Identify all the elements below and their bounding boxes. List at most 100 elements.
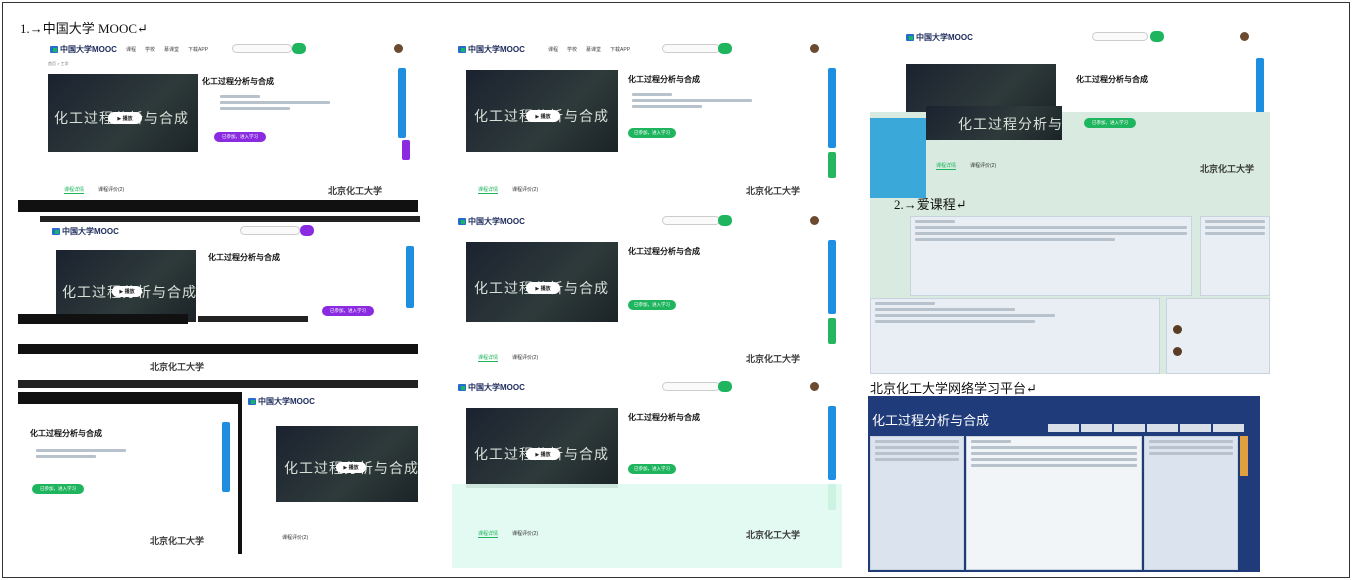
section-1-title: 1.→中国大学 MOOC↵ (20, 21, 148, 36)
mooc-logo[interactable]: 中国大学MOOC (248, 396, 315, 407)
bjut-nav-tab[interactable] (1147, 424, 1178, 432)
play-button[interactable]: ▶ 播放 (526, 110, 560, 122)
avatar[interactable] (394, 44, 403, 53)
tab-review[interactable]: 课程评价(2) (98, 186, 124, 194)
search-input[interactable] (662, 382, 720, 391)
nav-item[interactable]: 课程 (548, 46, 558, 53)
course-title: 化工过程分析与合成 (1076, 75, 1148, 84)
mooc-logo[interactable]: 中国大学MOOC (52, 226, 119, 237)
tab-review[interactable]: 课程评价(2) (512, 530, 538, 538)
avatar[interactable] (810, 216, 819, 225)
search-input[interactable] (662, 44, 720, 53)
mooc-screenshot-2: 中国大学MOOC 化工过程分析与合成 ▶ 播放 化工过程分析与合成 已参加，进入… (18, 222, 418, 342)
teachers-panel (1166, 298, 1270, 374)
play-button[interactable]: ▶ 播放 (526, 282, 560, 294)
enroll-button[interactable]: 已参加，进入学习 (628, 128, 676, 138)
nav-item[interactable]: 慕课堂 (164, 46, 179, 53)
side-toolbar-2[interactable] (402, 140, 410, 160)
enroll-button[interactable]: 已参加，进入学习 (322, 306, 374, 316)
tab-intro[interactable]: 课程详情 (936, 162, 957, 170)
enroll-button[interactable]: 已参加，进入学习 (628, 300, 676, 310)
tab-review[interactable]: 课程评价(2) (512, 186, 538, 194)
video-player[interactable]: 化工过程分析与合成 ▶ 播放 (276, 426, 418, 502)
course-info-panel (1200, 216, 1270, 296)
play-button[interactable]: ▶ 播放 (526, 448, 560, 460)
bjut-nav-tab[interactable] (1213, 424, 1244, 432)
play-button[interactable]: ▶ 播放 (336, 462, 366, 473)
play-button[interactable]: ▶ 播放 (108, 112, 142, 124)
section-3-title: 北京化工大学网络学习平台↵ (870, 381, 1037, 396)
university-logo: 北京化工大学 (328, 186, 383, 196)
side-toolbar-2[interactable] (828, 152, 836, 178)
search-button[interactable] (1150, 31, 1164, 42)
university-logo: 北京化工大学 (746, 530, 801, 540)
video-player[interactable]: 化工过程分析与合成 ▶ 播放 (466, 408, 618, 488)
glitch-bar (18, 344, 418, 354)
bjut-nav-tab[interactable] (1114, 424, 1145, 432)
nav-item[interactable]: 下载APP (188, 46, 208, 53)
side-toolbar[interactable] (398, 68, 406, 138)
enroll-button[interactable]: 已参加，进入学习 (214, 132, 266, 142)
university-logo: 北京化工大学 (746, 354, 801, 364)
search-button[interactable] (300, 225, 314, 236)
video-player[interactable]: 化工过程分析与合成 ▶ 播放 (48, 74, 198, 152)
mooc-logo[interactable]: 中国大学MOOC (50, 44, 117, 55)
enroll-button[interactable]: 已参加，进入学习 (628, 464, 676, 474)
search-button[interactable] (718, 43, 732, 54)
mooc-logo[interactable]: 中国大学MOOC (458, 382, 525, 393)
mooc-logo-text: 中国大学MOOC (468, 217, 525, 226)
tab-intro[interactable]: 课程详情 (478, 186, 499, 194)
mooc-logo-icon (52, 228, 60, 235)
search-input[interactable] (232, 44, 292, 53)
nav-item[interactable]: 下载APP (610, 46, 630, 53)
mooc-logo[interactable]: 中国大学MOOC (906, 32, 973, 43)
search-button[interactable] (718, 381, 732, 392)
nav-item[interactable]: 慕课堂 (586, 46, 601, 53)
mooc-logo[interactable]: 中国大学MOOC (458, 44, 525, 55)
side-toolbar[interactable] (222, 422, 230, 492)
search-button[interactable] (292, 43, 306, 54)
bjut-nav-tab[interactable] (1081, 424, 1112, 432)
search-button[interactable] (718, 215, 732, 226)
teacher-avatar[interactable] (1173, 325, 1182, 334)
breadcrumb: 首页 > 工学 (48, 61, 69, 66)
enroll-button[interactable]: 已参加，进入学习 (32, 484, 84, 494)
bjut-left-panel (870, 436, 964, 570)
video-title-text: 化工过程分析与合成 (958, 116, 1062, 132)
video-player[interactable]: 化工过程分析与合成 ▶ 播放 (466, 242, 618, 322)
nav-item[interactable]: 课程 (126, 46, 136, 53)
bjut-nav-tab[interactable] (1048, 424, 1079, 432)
tab-intro[interactable]: 课程详情 (478, 354, 499, 362)
tab-review[interactable]: 课程评价(2) (512, 354, 538, 362)
side-toolbar[interactable] (406, 246, 414, 308)
side-toolbar-2[interactable] (828, 318, 836, 344)
enroll-button[interactable]: 已参加，进入学习 (1084, 118, 1136, 128)
teacher-avatar[interactable] (1173, 347, 1182, 356)
search-input[interactable] (662, 216, 720, 225)
university-logo: 北京化工大学 (746, 186, 801, 196)
course-meta (628, 90, 778, 111)
side-toolbar[interactable] (828, 406, 836, 480)
tab-review[interactable]: 课程评价(2) (282, 534, 308, 541)
search-input[interactable] (1092, 32, 1148, 41)
avatar[interactable] (1240, 32, 1249, 41)
video-player[interactable]: 化工过程分析与合成 ▶ 播放 (56, 250, 196, 322)
mooc-logo[interactable]: 中国大学MOOC (458, 216, 525, 227)
tab-review[interactable]: 课程评价(2) (970, 162, 996, 170)
search-input[interactable] (240, 226, 300, 235)
side-toolbar[interactable] (828, 240, 836, 314)
mooc-logo-icon (458, 46, 466, 53)
tab-intro[interactable]: 课程详情 (478, 530, 499, 538)
nav-item[interactable]: 学校 (145, 46, 155, 53)
side-toolbar[interactable] (828, 68, 836, 148)
video-player[interactable]: 化工过程分析与合成 (926, 106, 1062, 140)
tinted-overlay (452, 484, 842, 568)
bjut-nav-tab[interactable] (1180, 424, 1211, 432)
avatar[interactable] (810, 382, 819, 391)
nav-item[interactable]: 学校 (567, 46, 577, 53)
avatar[interactable] (810, 44, 819, 53)
video-player[interactable]: 化工过程分析与合成 ▶ 播放 (466, 70, 618, 152)
course-title: 化工过程分析与合成 (628, 247, 700, 256)
play-button[interactable]: ▶ 播放 (112, 286, 142, 297)
tab-intro[interactable]: 课程详情 (64, 186, 85, 194)
